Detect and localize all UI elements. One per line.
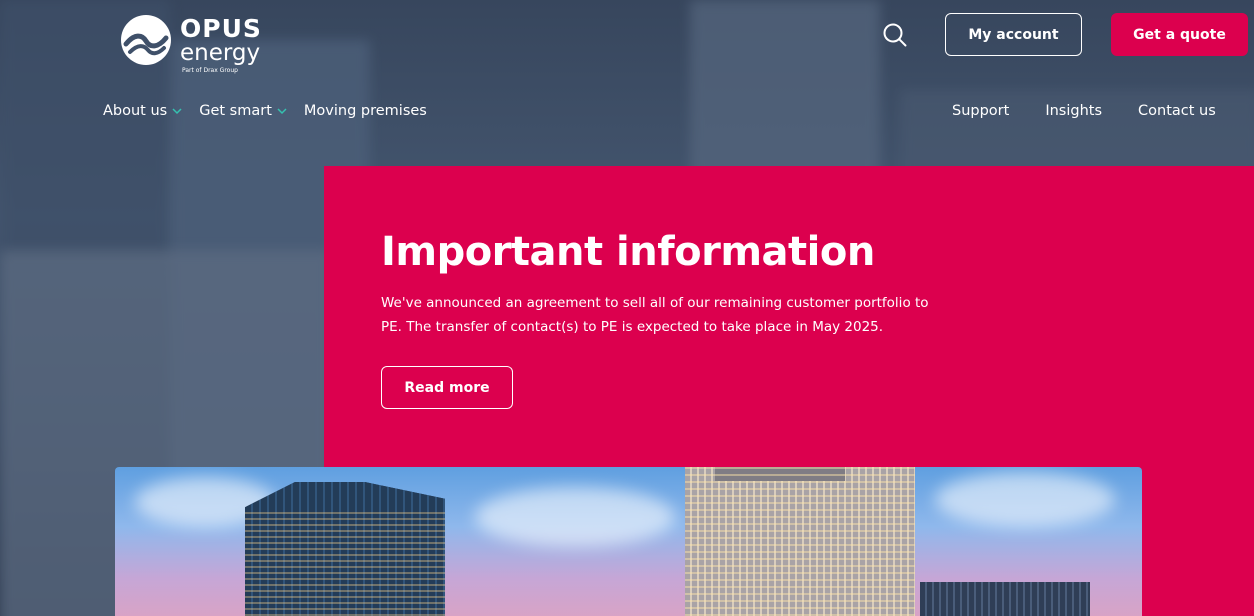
my-account-button[interactable]: My account: [945, 13, 1082, 56]
search-icon: [883, 23, 907, 47]
search-button[interactable]: [882, 22, 908, 48]
banner-body: We've announced an agreement to sell all…: [381, 295, 929, 335]
chevron-down-icon: [277, 107, 287, 114]
nav-item-contact-us[interactable]: Contact us: [1138, 103, 1216, 119]
nav-item-about-us[interactable]: About us: [103, 103, 182, 119]
nav-item-moving-premises[interactable]: Moving premises: [304, 103, 427, 119]
get-quote-button[interactable]: Get a quote: [1111, 13, 1248, 56]
logo-tagline: Part of Drax Group: [182, 67, 238, 74]
nav-item-insights[interactable]: Insights: [1045, 103, 1102, 119]
primary-nav: About us Get smart Moving premises: [103, 100, 444, 122]
logo-brand-text: OPUS: [180, 14, 262, 43]
nav-item-label: Moving premises: [303, 103, 427, 119]
nav-item-label: Get smart: [199, 103, 272, 119]
banner-title: Important information: [381, 229, 875, 275]
logo-mark-icon: [121, 15, 171, 65]
nav-item-get-smart[interactable]: Get smart: [199, 103, 287, 119]
nav-item-support[interactable]: Support: [952, 103, 1009, 119]
logo-brand-subtext: energy: [180, 40, 261, 66]
read-more-button[interactable]: Read more: [381, 366, 513, 409]
city-skyline-image: [115, 467, 1142, 616]
nav-item-label: About us: [103, 103, 168, 119]
chevron-down-icon: [172, 107, 182, 114]
secondary-nav: Support Insights Contact us: [952, 100, 1252, 122]
opus-energy-logo[interactable]: OPUS energy Part of Drax Group: [120, 14, 270, 76]
